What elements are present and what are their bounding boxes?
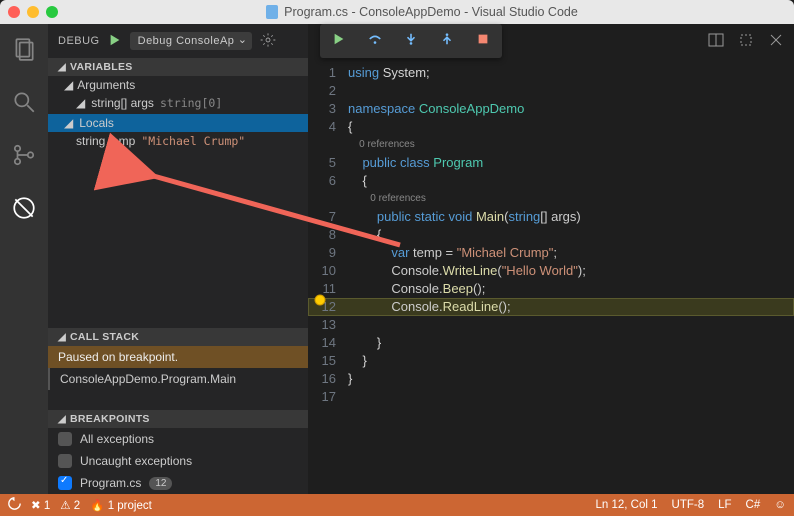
- zoom-window[interactable]: [46, 6, 58, 18]
- status-feedback-icon[interactable]: ☺: [774, 499, 786, 511]
- callstack-section[interactable]: ◢CALL STACK: [48, 328, 308, 346]
- checkbox-unchecked-icon[interactable]: [58, 432, 72, 446]
- activity-bar: [0, 24, 48, 494]
- debug-label: DEBUG: [58, 35, 100, 47]
- split-editor-icon[interactable]: [708, 32, 724, 53]
- step-into-button[interactable]: [404, 32, 418, 51]
- locals-group[interactable]: ◢Locals: [48, 114, 308, 132]
- codelens-references[interactable]: 0 references: [308, 190, 794, 208]
- status-language[interactable]: C#: [746, 499, 761, 511]
- status-encoding[interactable]: UTF-8: [672, 499, 705, 511]
- codelens-references[interactable]: 0 references: [308, 136, 794, 154]
- file-icon: [266, 5, 278, 19]
- status-bar: ✖ 1 ⚠ 2 🔥 1 project Ln 12, Col 1 UTF-8 L…: [0, 494, 794, 516]
- explorer-icon[interactable]: [11, 36, 37, 67]
- step-over-button[interactable]: [368, 32, 382, 51]
- title-text: Program.cs - ConsoleAppDemo - Visual Stu…: [284, 5, 578, 19]
- code-editor[interactable]: 1using System; 2 3namespace ConsoleAppDe…: [308, 24, 794, 494]
- status-warnings[interactable]: ⚠ 2: [60, 498, 80, 512]
- status-cursor[interactable]: Ln 12, Col 1: [596, 499, 658, 511]
- callstack-frame[interactable]: ConsoleAppDemo.Program.Main: [48, 368, 308, 390]
- continue-button[interactable]: [332, 32, 346, 51]
- bp-program-cs[interactable]: Program.cs12: [48, 472, 308, 494]
- breakpoints-section[interactable]: ◢BREAKPOINTS: [48, 410, 308, 428]
- stop-button[interactable]: [476, 32, 490, 51]
- window-title: Program.cs - ConsoleAppDemo - Visual Stu…: [58, 5, 786, 19]
- status-errors[interactable]: ✖ 1: [31, 498, 50, 512]
- search-icon[interactable]: [11, 89, 37, 120]
- debug-header: DEBUG Debug ConsoleAp: [48, 24, 308, 58]
- status-eol[interactable]: LF: [718, 499, 731, 511]
- debug-toolbar: [320, 24, 502, 58]
- variable-args[interactable]: ◢ string[] args string[0]: [48, 94, 308, 112]
- step-out-button[interactable]: [440, 32, 454, 51]
- start-debug-button[interactable]: [108, 33, 122, 50]
- checkbox-unchecked-icon[interactable]: [58, 454, 72, 468]
- current-execution-line: 12 Console.ReadLine();: [308, 298, 794, 316]
- close-editor-icon[interactable]: [768, 32, 784, 53]
- debug-config-select[interactable]: Debug ConsoleAp: [130, 32, 253, 50]
- bp-all-exceptions[interactable]: All exceptions: [48, 428, 308, 450]
- breakpoint-indicator-icon: [312, 292, 328, 308]
- window-controls: [8, 6, 58, 18]
- debug-sidebar: DEBUG Debug ConsoleAp ◢VARIABLES ◢Argume…: [48, 24, 308, 494]
- status-projects[interactable]: 🔥 1 project: [90, 498, 152, 512]
- titlebar: Program.cs - ConsoleAppDemo - Visual Stu…: [0, 0, 794, 24]
- callstack-status: Paused on breakpoint.: [48, 346, 308, 368]
- status-sync-icon[interactable]: [8, 497, 21, 513]
- minimize-window[interactable]: [27, 6, 39, 18]
- checkbox-checked-icon[interactable]: [58, 476, 72, 490]
- debug-icon[interactable]: [11, 195, 37, 226]
- more-icon[interactable]: [738, 32, 754, 53]
- variables-section[interactable]: ◢VARIABLES: [48, 58, 308, 76]
- arguments-group[interactable]: ◢Arguments: [48, 76, 308, 94]
- bp-uncaught-exceptions[interactable]: Uncaught exceptions: [48, 450, 308, 472]
- close-window[interactable]: [8, 6, 20, 18]
- variable-temp[interactable]: string temp "Michael Crump": [48, 132, 308, 150]
- git-icon[interactable]: [11, 142, 37, 173]
- debug-settings-icon[interactable]: [260, 32, 276, 51]
